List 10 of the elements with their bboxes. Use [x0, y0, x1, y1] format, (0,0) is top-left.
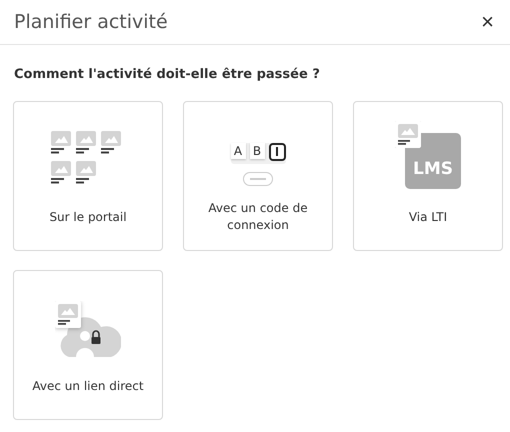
- dialog-title: Planifier activité: [14, 11, 168, 33]
- question-text: Comment l'activité doit-elle être passée ?: [14, 67, 321, 82]
- cloud-lock-drawing: [55, 301, 121, 359]
- option-card[interactable]: Sur le portail: [13, 101, 163, 251]
- code-keys-drawing: A B: [230, 142, 286, 164]
- option-card[interactable]: LMS Via LTI: [353, 101, 503, 251]
- option-card[interactable]: A B Avec un code de connexion: [183, 101, 333, 251]
- option-card[interactable]: Avec un lien direct: [13, 270, 163, 420]
- pill-icon: [243, 172, 273, 186]
- close-button[interactable]: ×: [479, 11, 496, 33]
